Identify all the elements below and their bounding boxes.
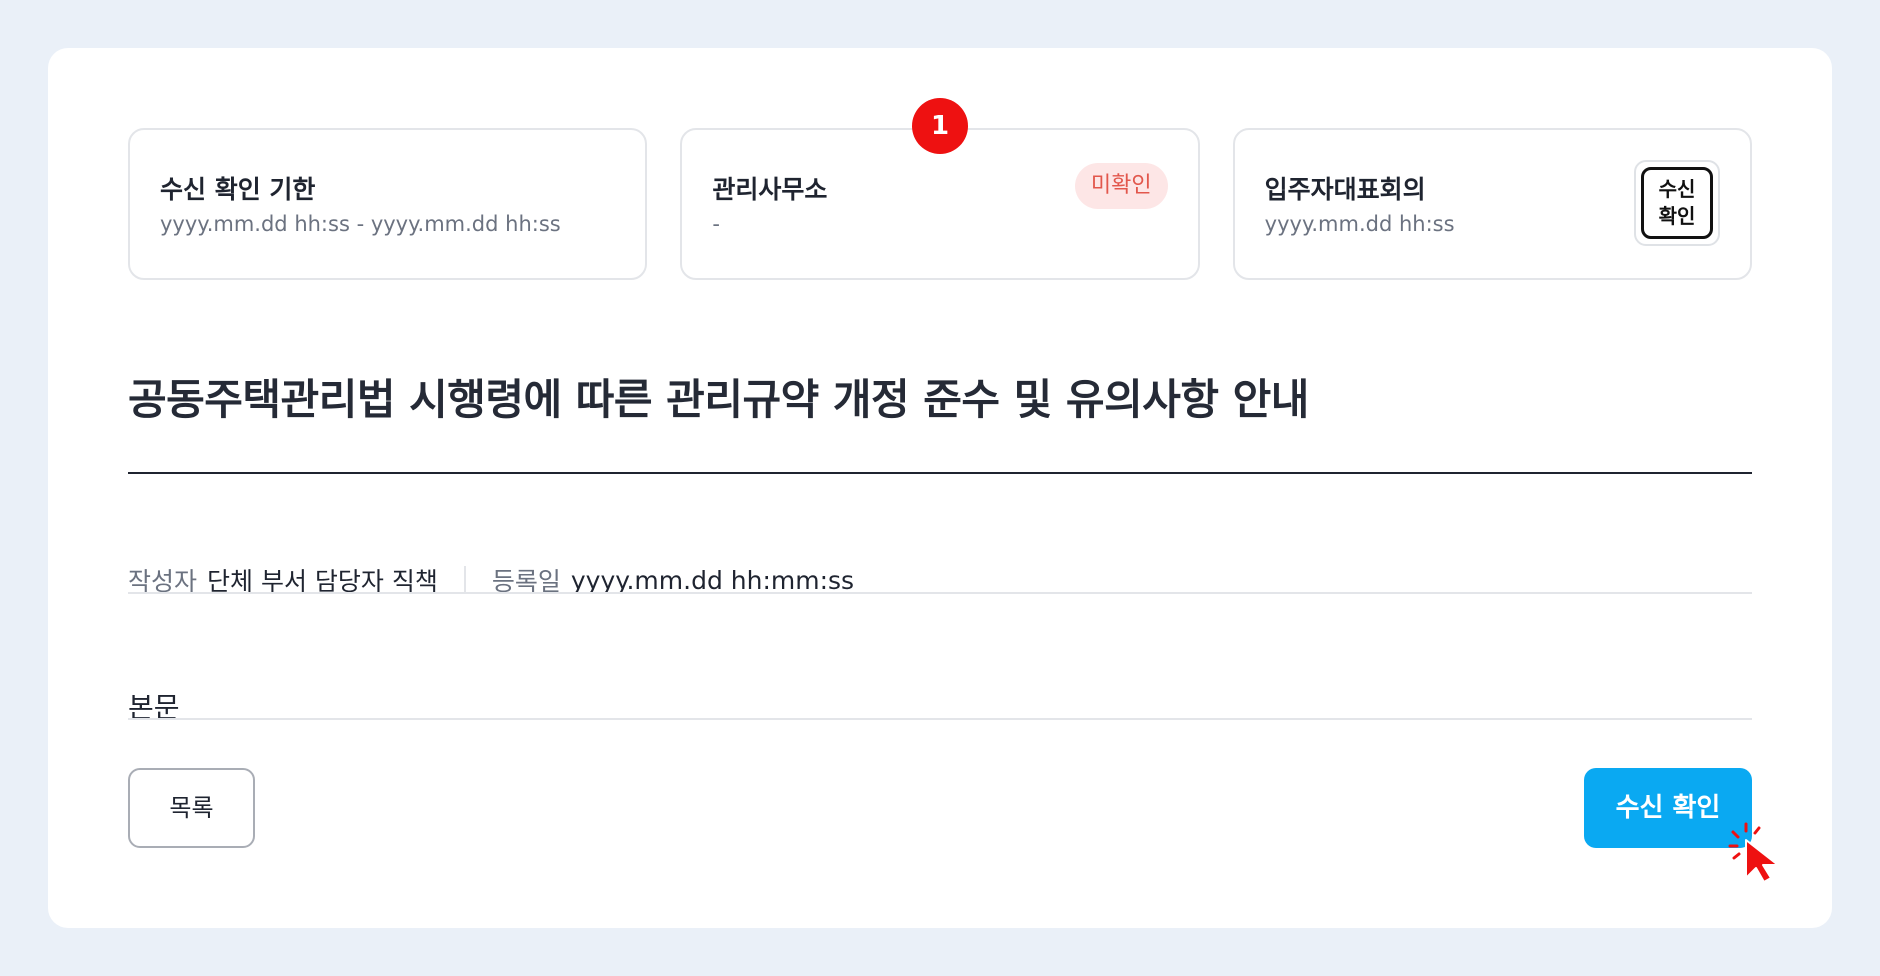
meta-separator xyxy=(463,566,466,594)
deadline-card: 수신 확인 기한 yyyy.mm.dd hh:ss - yyyy.mm.dd h… xyxy=(128,128,648,280)
notice-detail-panel: 수신 확인 기한 yyyy.mm.dd hh:ss - yyyy.mm.dd h… xyxy=(48,48,1832,928)
post-body: 본문 xyxy=(128,691,180,724)
date-value: yyyy.mm.dd hh:mm:ss xyxy=(570,565,855,595)
residents-council-card: 입주자대표회의 yyyy.mm.dd hh:ss 수신 확인 xyxy=(1232,128,1752,280)
receipt-confirmed-stamp: 수신 확인 xyxy=(1633,160,1720,246)
residents-council-card-date: yyyy.mm.dd hh:ss xyxy=(1264,212,1455,236)
management-office-card: 1 관리사무소 - 미확인 xyxy=(680,98,1200,280)
receipt-status-cards: 수신 확인 기한 yyyy.mm.dd hh:ss - yyyy.mm.dd h… xyxy=(128,98,1752,280)
list-button[interactable]: 목록 xyxy=(128,768,255,848)
click-cursor-icon xyxy=(1728,822,1779,883)
deadline-card-title: 수신 확인 기한 xyxy=(160,175,316,204)
residents-council-card-title: 입주자대표회의 xyxy=(1264,175,1426,204)
title-divider xyxy=(128,472,1752,474)
deadline-card-range: yyyy.mm.dd hh:ss - yyyy.mm.dd hh:ss xyxy=(160,212,561,236)
stamp-line-2: 확인 xyxy=(1658,204,1696,228)
stamp-line-1: 수신 xyxy=(1658,177,1696,201)
step-number-badge: 1 xyxy=(911,98,968,154)
meta-divider xyxy=(128,592,1752,594)
stamp-icon: 수신 확인 xyxy=(1640,167,1713,239)
management-office-card-date: - xyxy=(712,212,720,236)
management-office-card-title: 관리사무소 xyxy=(712,175,828,204)
body-divider xyxy=(128,718,1752,720)
post-title: 공동주택관리법 시행령에 따른 관리규약 개정 준수 및 유의사항 안내 xyxy=(128,375,1309,424)
unconfirmed-status-badge: 미확인 xyxy=(1074,163,1168,209)
